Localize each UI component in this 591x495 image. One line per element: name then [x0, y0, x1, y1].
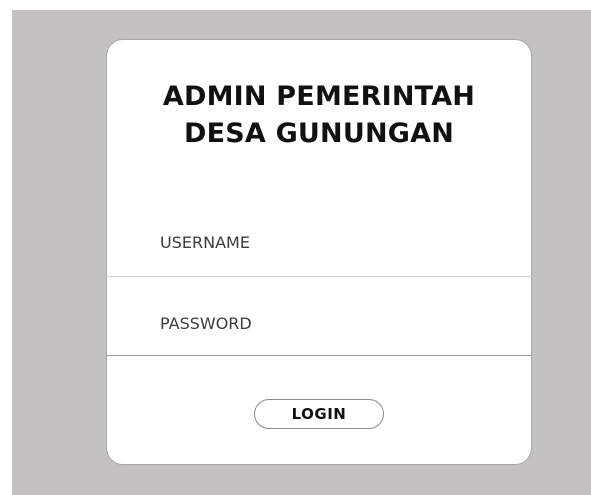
login-card: ADMIN PEMERINTAH DESA GUNUNGAN USERNAME …: [106, 39, 532, 465]
page-title: ADMIN PEMERINTAH DESA GUNUNGAN: [107, 78, 531, 152]
password-field[interactable]: PASSWORD: [160, 314, 252, 333]
password-underline: [106, 355, 532, 356]
username-underline: [106, 276, 532, 277]
title-line-2: DESA GUNUNGAN: [183, 118, 455, 149]
title-line-1: ADMIN PEMERINTAH: [162, 81, 476, 112]
login-button[interactable]: LOGIN: [254, 399, 384, 429]
username-field[interactable]: USERNAME: [160, 233, 250, 252]
